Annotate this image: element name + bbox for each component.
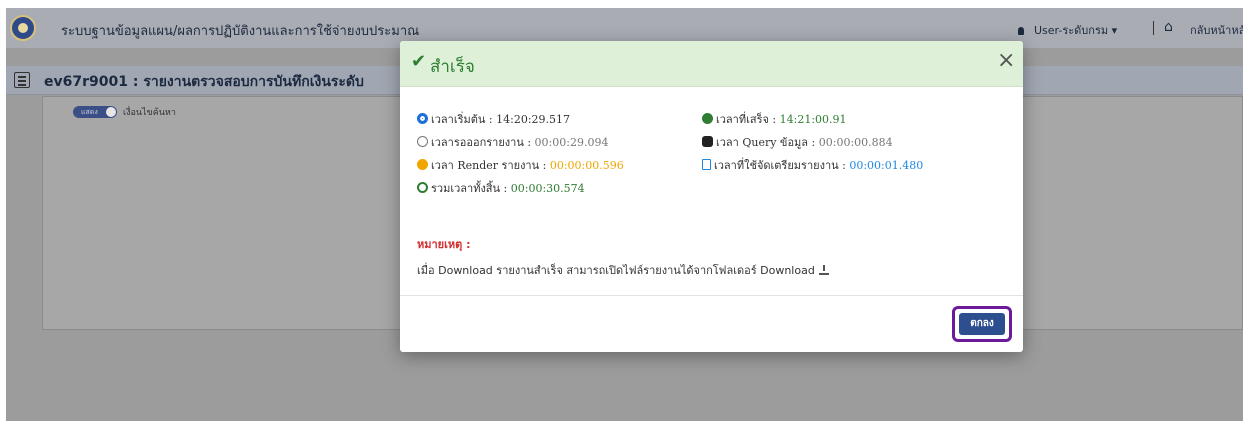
report-title: ev67r9001 : รายงานตรวจสอบการบันทึกเงินระ… <box>44 74 364 90</box>
header-divider <box>1153 21 1154 35</box>
toggle-knob <box>106 107 116 117</box>
toggle-label: แสดง <box>81 108 98 116</box>
query-time-label: เวลา Query ข้อมูล : <box>716 136 816 149</box>
check-icon: ✔ <box>411 51 427 72</box>
render-time-row: เวลา Render รายงาน : 00:00:00.596 <box>417 156 624 174</box>
database-icon <box>702 136 713 147</box>
pause-circle-icon <box>417 136 428 147</box>
render-time-value: 00:00:00.596 <box>549 159 624 172</box>
clock-icon <box>417 182 428 193</box>
note-text: เมื่อ Download รายงานสำเร็จ สามารถเปิดไฟ… <box>417 264 815 277</box>
dialog-footer-divider <box>400 295 1023 296</box>
home-link[interactable]: กลับหน้าหลัก <box>1190 21 1243 39</box>
render-time-label: เวลา Render รายงาน : <box>431 159 547 172</box>
success-dialog: ✔ สำเร็จ × เวลาเริ่มต้น : 14:20:29.517 เ… <box>400 41 1023 352</box>
query-time-value: 00:00:00.884 <box>818 136 893 149</box>
chevron-down-icon: ▾ <box>1111 24 1118 37</box>
prepare-time-row: เวลาที่ใช้จัดเตรียมรายงาน : 00:00:01.480 <box>702 156 923 174</box>
total-time-row: รวมเวลาทั้งสิ้น : 00:00:30.574 <box>417 179 585 197</box>
user-icon <box>1018 27 1024 35</box>
check-circle-icon <box>702 113 713 124</box>
check-circle-orange-icon <box>417 159 428 170</box>
end-time-label: เวลาที่เสร็จ : <box>716 113 777 126</box>
agency-logo <box>10 15 36 41</box>
note-row: เมื่อ Download รายงานสำเร็จ สามารถเปิดไฟ… <box>417 261 829 279</box>
ok-button-highlight: ตกลง <box>952 306 1012 342</box>
user-menu[interactable]: User-ระดับกรม ▾ <box>1018 21 1117 39</box>
start-time-label: เวลาเริ่มต้น : <box>431 113 493 126</box>
dialog-header: ✔ สำเร็จ × <box>400 41 1023 87</box>
start-time-row: เวลาเริ่มต้น : 14:20:29.517 <box>417 110 570 128</box>
end-time-value: 14:21:00.91 <box>779 113 847 126</box>
menu-icon[interactable] <box>14 72 30 88</box>
prepare-time-label: เวลาที่ใช้จัดเตรียมรายงาน : <box>714 159 846 172</box>
home-icon[interactable]: ⌂ <box>1164 19 1173 35</box>
total-time-value: 00:00:30.574 <box>510 182 585 195</box>
total-time-label: รวมเวลาทั้งสิ้น : <box>431 182 508 195</box>
start-time-value: 14:20:29.517 <box>496 113 571 126</box>
download-icon <box>818 265 829 275</box>
user-label: User-ระดับกรม <box>1034 24 1109 37</box>
play-circle-icon <box>417 113 428 124</box>
file-icon <box>702 159 711 170</box>
output-time-label: เวลารอออกรายงาน : <box>431 136 532 149</box>
output-time-row: เวลารอออกรายงาน : 00:00:29.094 <box>417 133 608 151</box>
note-label: หมายเหตุ : <box>417 238 471 251</box>
query-time-row: เวลา Query ข้อมูล : 00:00:00.884 <box>702 133 893 151</box>
search-toggle[interactable]: แสดง <box>73 106 117 118</box>
dialog-title: สำเร็จ <box>430 57 475 77</box>
output-time-value: 00:00:29.094 <box>534 136 609 149</box>
search-condition-label: เงื่อนไขค้นหา <box>123 108 176 118</box>
end-time-row: เวลาที่เสร็จ : 14:21:00.91 <box>702 110 847 128</box>
prepare-time-value: 00:00:01.480 <box>849 159 924 172</box>
ok-button[interactable]: ตกลง <box>959 313 1005 335</box>
close-icon[interactable]: × <box>997 50 1015 72</box>
app-title: ระบบฐานข้อมูลแผน/ผลการปฏิบัติงานและการใช… <box>61 24 420 39</box>
